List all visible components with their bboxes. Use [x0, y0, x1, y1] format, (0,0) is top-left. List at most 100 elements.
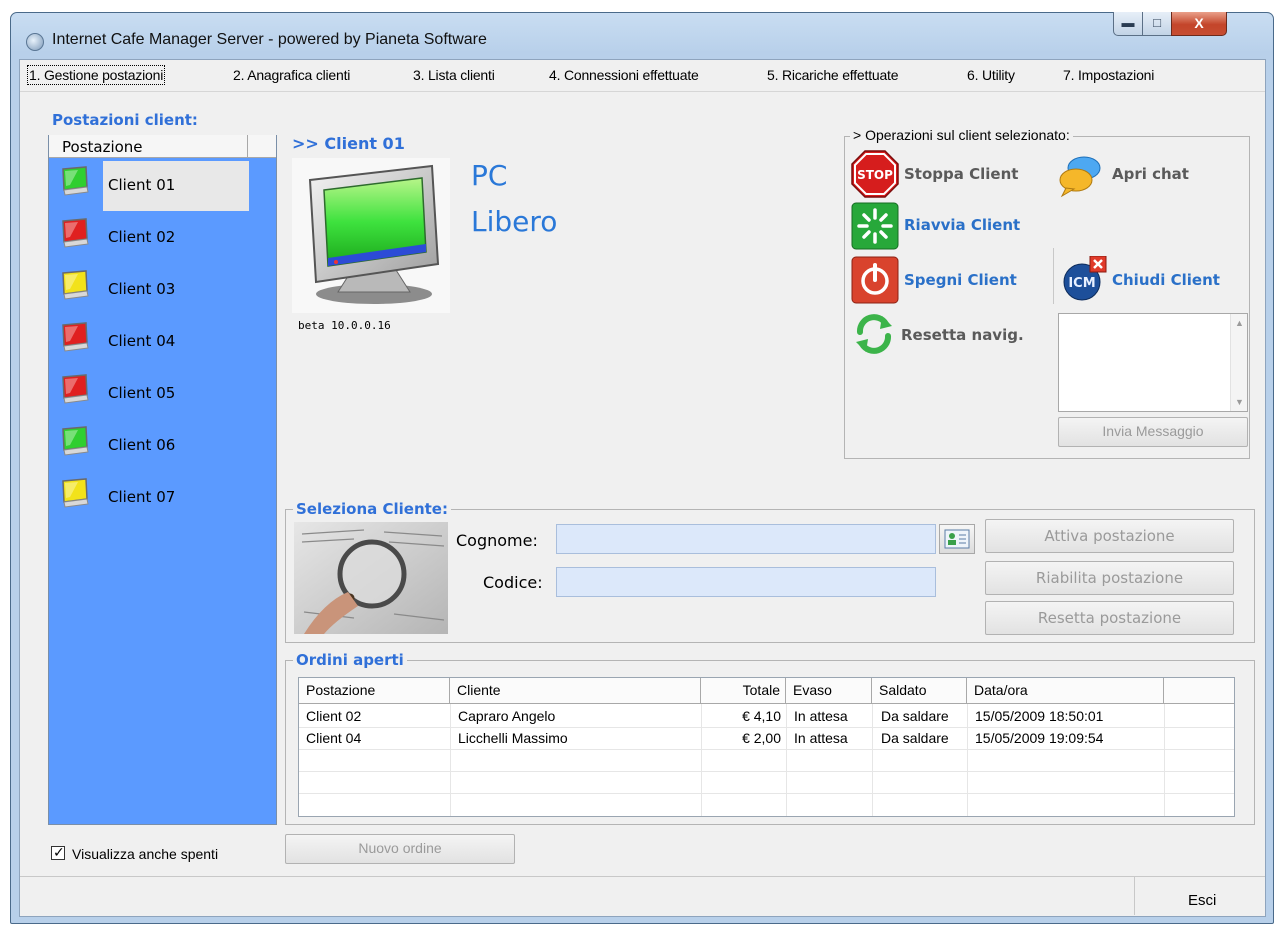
client-list-item-label: Client 01 [103, 161, 249, 211]
stop-icon[interactable]: STOP [851, 150, 899, 198]
pc-status-value: Libero [471, 205, 558, 238]
surname-input[interactable] [556, 524, 936, 554]
column-header-postazione[interactable]: Postazione [299, 678, 450, 704]
client-list-item[interactable]: Client 01 [49, 161, 276, 213]
scroll-down-icon[interactable]: ▼ [1235, 397, 1244, 407]
close-client-icon[interactable]: ICM [1060, 255, 1108, 302]
table-cell: Da saldare [881, 730, 949, 746]
power-icon[interactable] [851, 256, 899, 304]
client-list-item[interactable]: Client 05 [49, 369, 276, 421]
monitor-status-icon [60, 477, 90, 509]
activate-station-button[interactable]: Attiva postazione [985, 519, 1234, 553]
new-order-button[interactable]: Nuovo ordine [285, 834, 515, 864]
grid-line [967, 704, 968, 816]
window-title: Internet Cafe Manager Server - powered b… [52, 31, 487, 48]
chat-icon[interactable] [1058, 154, 1104, 198]
shutdown-client-button[interactable]: Spegni Client [904, 271, 1017, 289]
client-list-item-label: Client 07 [108, 488, 176, 506]
close-client-button[interactable]: Chiudi Client [1112, 271, 1220, 289]
client-list-item[interactable]: Client 06 [49, 421, 276, 473]
close-icon: X [1194, 15, 1204, 31]
send-message-button[interactable]: Invia Messaggio [1058, 417, 1248, 447]
pc-status-title: PC [471, 159, 508, 192]
reset-navigation-button[interactable]: Resetta navig. [901, 326, 1024, 344]
open-orders-legend: Ordini aperti [293, 651, 407, 669]
message-textarea[interactable] [1058, 313, 1248, 412]
maximize-icon: □ [1153, 15, 1161, 30]
selected-client-heading: >> Client 01 [292, 134, 405, 153]
tab-anagrafica-clienti[interactable]: 2. Anagrafica clienti [233, 67, 350, 83]
address-card-icon [944, 529, 970, 549]
stop-client-button[interactable]: Stoppa Client [904, 165, 1018, 183]
show-off-label[interactable]: Visualizza anche spenti [72, 846, 218, 862]
customer-lookup-button[interactable] [939, 524, 975, 554]
client-list-item-label: Client 05 [108, 384, 176, 402]
magnifier-image [294, 522, 448, 634]
table-cell: In attesa [794, 708, 848, 724]
code-label: Codice: [483, 573, 543, 592]
minimize-button[interactable]: ▬ [1113, 12, 1143, 36]
client-list-item-label: Client 03 [108, 280, 176, 298]
tab-connessioni-effettuate[interactable]: 4. Connessioni effettuate [549, 67, 699, 83]
checkmark-icon: ✓ [53, 844, 65, 860]
monitor-status-icon [60, 321, 90, 353]
grid-line [786, 704, 787, 816]
grid-line [299, 749, 1234, 750]
column-header-totale[interactable]: Totale [701, 678, 786, 704]
operations-legend: > Operazioni sul client selezionato: [850, 127, 1073, 143]
code-input[interactable] [556, 567, 936, 597]
restart-client-button[interactable]: Riavvia Client [904, 216, 1020, 234]
column-header-cliente[interactable]: Cliente [450, 678, 701, 704]
select-customer-legend: Seleziona Cliente: [293, 500, 451, 518]
status-divider [20, 876, 1265, 877]
column-divider[interactable] [247, 135, 248, 158]
column-header-evaso[interactable]: Evaso [786, 678, 872, 704]
show-off-checkbox[interactable]: ✓ [51, 844, 65, 860]
tab-impostazioni[interactable]: 7. Impostazioni [1063, 67, 1154, 83]
close-button[interactable]: X [1171, 12, 1227, 36]
client-list-item[interactable]: Client 07 [49, 473, 276, 525]
client-list-item[interactable]: Client 04 [49, 317, 276, 369]
close-client-icon-text: ICM [1068, 276, 1095, 291]
table-cell: In attesa [794, 730, 848, 746]
monitor-status-icon [60, 373, 90, 405]
exit-button[interactable]: Esci [1188, 892, 1216, 909]
monitor-status-icon [60, 165, 90, 197]
grid-line [872, 704, 873, 816]
reset-station-button[interactable]: Resetta postazione [985, 601, 1234, 635]
refresh-icon[interactable] [852, 312, 896, 356]
client-list-item[interactable]: Client 03 [49, 265, 276, 317]
monitor-status-icon [60, 217, 90, 249]
table-cell: Client 04 [306, 730, 362, 746]
client-list-item-label: Client 02 [108, 228, 176, 246]
tab-lista-clienti[interactable]: 3. Lista clienti [413, 67, 495, 83]
scroll-up-icon[interactable]: ▲ [1235, 318, 1244, 328]
table-cell: € 2,00 [742, 730, 781, 746]
grid-line [1164, 704, 1165, 816]
grid-line [299, 793, 1234, 794]
minimize-icon: ▬ [1121, 15, 1135, 30]
client-list-item[interactable]: Client 02 [49, 213, 276, 265]
app-icon [26, 33, 44, 51]
restart-icon[interactable] [851, 202, 899, 250]
open-chat-button[interactable]: Apri chat [1112, 165, 1189, 183]
tab-utility[interactable]: 6. Utility [967, 67, 1015, 83]
table-cell: Licchelli Massimo [458, 730, 568, 746]
column-header-data-ora[interactable]: Data/ora [967, 678, 1164, 704]
monitor-icon [292, 158, 450, 313]
column-header-postazione[interactable]: Postazione [62, 138, 143, 156]
table-cell: Client 02 [306, 708, 362, 724]
column-header-saldato[interactable]: Saldato [872, 678, 967, 704]
reenable-station-button[interactable]: Riabilita postazione [985, 561, 1234, 595]
tab-gestione-postazioni[interactable]: 1. Gestione postazioni [26, 65, 166, 85]
client-list-item-label: Client 06 [108, 436, 176, 454]
tab-ricariche-effettuate[interactable]: 5. Ricariche effettuate [767, 67, 899, 83]
grid-line [299, 771, 1234, 772]
table-cell: 15/05/2009 18:50:01 [975, 708, 1104, 724]
maximize-button[interactable]: □ [1142, 12, 1172, 36]
client-list-title: Postazioni client: [52, 111, 198, 129]
table-cell: Capraro Angelo [458, 708, 556, 724]
client-version: beta 10.0.0.16 [298, 319, 391, 332]
operations-divider [1053, 248, 1054, 304]
message-scrollbar[interactable]: ▲ ▼ [1230, 314, 1247, 411]
